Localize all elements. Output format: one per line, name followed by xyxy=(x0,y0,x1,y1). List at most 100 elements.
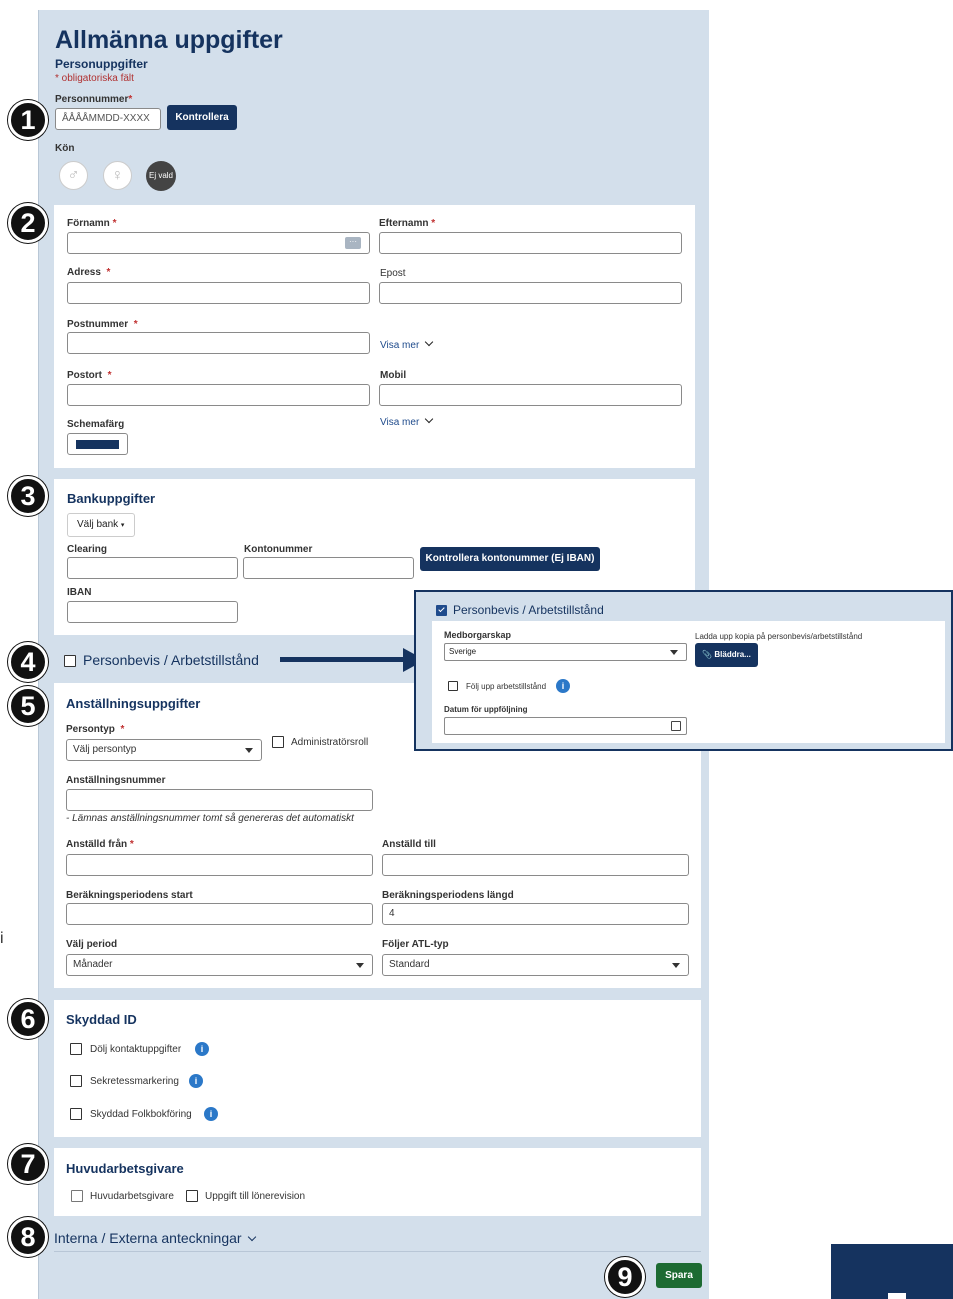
callout-badge-5: 5 xyxy=(8,686,48,726)
permit-popup-body: Medborgarskap Sverige Ladda upp kopia på… xyxy=(432,621,945,743)
info-icon[interactable]: i xyxy=(195,1042,209,1056)
select-bank-dropdown[interactable]: Välj bank ▾ xyxy=(67,513,135,537)
info-icon[interactable]: i xyxy=(556,679,570,693)
check-account-button[interactable]: Kontrollera kontonummer (Ej IBAN) xyxy=(420,547,600,571)
mobile-input[interactable] xyxy=(379,384,682,406)
salary-revision-label: Uppgift till lönerevision xyxy=(205,1191,306,1202)
postal-code-label: Postnummer * xyxy=(67,319,138,330)
iban-input[interactable] xyxy=(67,601,238,623)
employed-to-label: Anställd till xyxy=(382,839,436,850)
permit-popup-checkbox[interactable] xyxy=(436,605,447,616)
upload-label: Ladda upp kopia på personbevis/arbetstil… xyxy=(695,632,863,641)
lastname-input[interactable] xyxy=(379,232,682,254)
admin-role-checkbox[interactable] xyxy=(272,736,284,748)
permit-toggle-label[interactable]: Personbevis / Arbetstillstånd xyxy=(83,652,259,668)
employed-from-input[interactable] xyxy=(66,854,373,876)
period-select[interactable]: Månader xyxy=(66,954,373,976)
callout-badge-8: 8 xyxy=(8,1217,48,1257)
main-employer-checkbox[interactable] xyxy=(71,1190,83,1202)
employee-number-hint: - Lämnas anställningsnummer tomt så gene… xyxy=(66,813,354,824)
callout-badge-4: 4 xyxy=(8,642,48,682)
callout-badge-9: 9 xyxy=(605,1257,645,1297)
notes-toggle[interactable]: Interna / Externa anteckningar xyxy=(54,1230,257,1246)
iban-label: IBAN xyxy=(67,587,92,598)
schedule-color-picker[interactable] xyxy=(67,433,128,455)
person-type-label: Persontyp * xyxy=(66,724,125,735)
atl-label: Följer ATL-typ xyxy=(382,939,449,950)
period-length-label: Beräkningsperiodens längd xyxy=(382,890,514,901)
salary-revision-checkbox[interactable] xyxy=(186,1190,198,1202)
account-input[interactable] xyxy=(243,557,414,579)
person-type-select[interactable]: Välj persontyp xyxy=(66,739,262,761)
firstname-input[interactable]: ··· xyxy=(67,232,370,254)
page-subtitle: Personuppgifter xyxy=(55,57,148,71)
citizenship-label: Medborgarskap xyxy=(444,630,512,640)
save-button[interactable]: Spara xyxy=(656,1263,702,1288)
permit-popup-title: Personbevis / Arbetstillstånd xyxy=(453,603,604,617)
follow-date-label: Datum för uppföljning xyxy=(444,705,528,714)
chevron-down-icon xyxy=(424,414,434,424)
hide-contact-label: Dölj kontaktuppgifter xyxy=(90,1044,182,1055)
show-more-link-2[interactable]: Visa mer xyxy=(380,414,434,428)
autofill-icon[interactable]: ··· xyxy=(345,237,361,249)
address-input[interactable] xyxy=(67,282,370,304)
city-label: Postort * xyxy=(67,370,112,381)
permit-popup: Personbevis / Arbetstillstånd Medborgars… xyxy=(414,590,953,751)
calendar-icon[interactable] xyxy=(671,721,681,731)
period-start-input[interactable] xyxy=(66,903,373,925)
period-label: Välj period xyxy=(66,939,118,950)
callout-badge-6: 6 xyxy=(8,999,48,1039)
permit-checkbox[interactable] xyxy=(64,655,76,667)
personnummer-label: Personnummer* xyxy=(55,94,133,105)
mobile-label: Mobil xyxy=(380,370,407,381)
protected-registry-label: Skyddad Folkbokföring xyxy=(90,1109,192,1120)
clearing-input[interactable] xyxy=(67,557,238,579)
employed-to-input[interactable] xyxy=(382,854,689,876)
caret-down-icon xyxy=(356,963,364,968)
callout-badge-2: 2 xyxy=(8,203,48,243)
gender-none-button[interactable]: Ej vald xyxy=(146,161,176,191)
gender-label: Kön xyxy=(55,143,75,154)
chevron-down-icon xyxy=(248,1232,257,1242)
main-employer-label: Huvudarbetsgivare xyxy=(90,1191,174,1202)
info-icon[interactable]: i xyxy=(189,1074,203,1088)
employee-number-input[interactable] xyxy=(66,789,373,811)
male-icon[interactable]: ♂ xyxy=(59,161,88,190)
confidential-checkbox[interactable] xyxy=(70,1075,82,1087)
callout-badge-7: 7 xyxy=(8,1144,48,1184)
callout-arrow-line xyxy=(280,657,406,662)
callout-badge-1: 1 xyxy=(8,100,48,140)
schedule-color-swatch xyxy=(76,440,119,449)
corner-block xyxy=(831,1244,953,1299)
schedule-color-label: Schemafärg xyxy=(67,419,125,430)
kontrollera-button[interactable]: Kontrollera xyxy=(167,105,237,130)
info-icon[interactable]: i xyxy=(204,1107,218,1121)
caret-down-icon xyxy=(245,748,253,753)
personnummer-input[interactable]: ÅÅÅÅMMDD-XXXX xyxy=(55,108,161,130)
employed-from-label: Anställd från * xyxy=(66,839,134,850)
female-icon[interactable]: ♀ xyxy=(103,161,132,190)
period-length-input[interactable]: 4 xyxy=(382,903,689,925)
caret-down-icon xyxy=(672,963,680,968)
show-more-link[interactable]: Visa mer xyxy=(380,337,434,351)
account-label: Kontonummer xyxy=(244,544,313,555)
browse-button[interactable]: 📎 Bläddra... xyxy=(695,643,758,667)
main-employer-card xyxy=(54,1148,701,1216)
edge-text-fragment: i xyxy=(0,930,4,947)
follow-up-checkbox[interactable] xyxy=(448,681,458,691)
atl-select[interactable]: Standard xyxy=(382,954,689,976)
address-label: Adress * xyxy=(67,267,111,278)
follow-date-input[interactable] xyxy=(444,717,687,735)
email-input[interactable] xyxy=(379,282,682,304)
follow-up-label: Följ upp arbetstillstånd xyxy=(466,682,547,691)
employment-title: Anställningsuppgifter xyxy=(66,696,201,711)
clearing-label: Clearing xyxy=(67,544,108,555)
city-input[interactable] xyxy=(67,384,370,406)
email-label: Epost xyxy=(380,268,406,279)
citizenship-select[interactable]: Sverige xyxy=(444,643,687,661)
protected-title: Skyddad ID xyxy=(66,1012,137,1027)
hide-contact-checkbox[interactable] xyxy=(70,1043,82,1055)
confidential-label: Sekretessmarkering xyxy=(90,1076,179,1087)
protected-registry-checkbox[interactable] xyxy=(70,1108,82,1120)
postal-code-input[interactable] xyxy=(67,332,370,354)
